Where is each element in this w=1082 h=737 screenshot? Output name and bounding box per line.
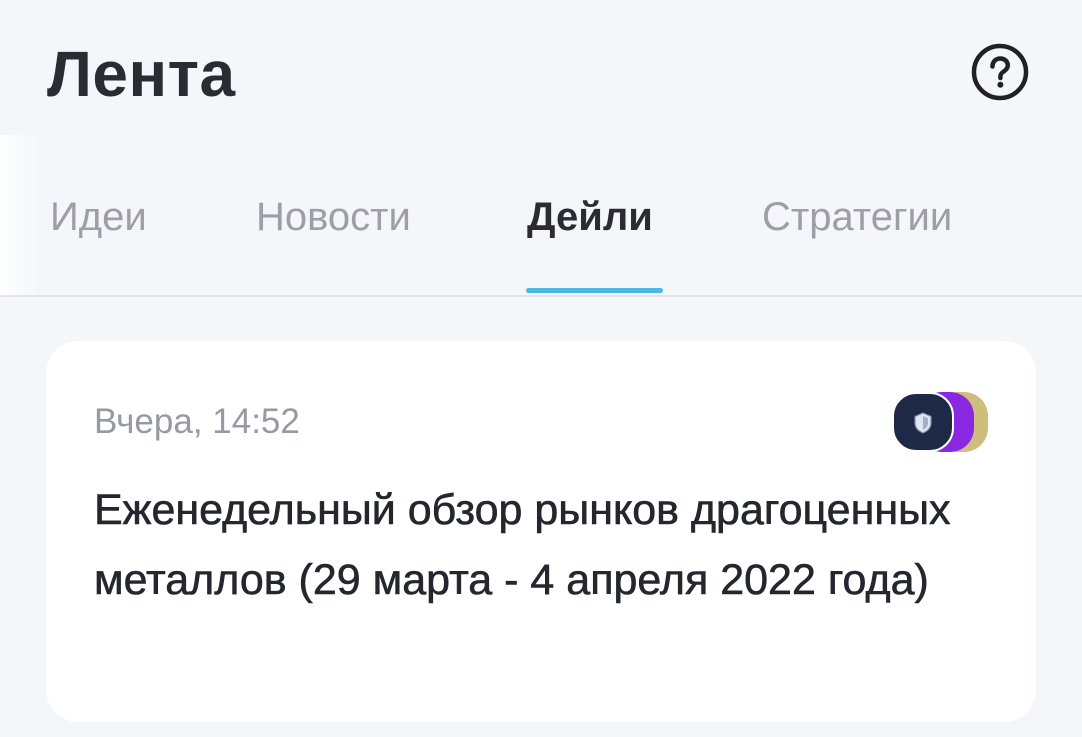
tab-strategies[interactable]: Стратегии (762, 193, 952, 241)
header: Лента (0, 0, 1082, 135)
feed-card[interactable]: Вчера, 14:52 Еженедельный обзор рынков д… (46, 341, 1036, 722)
shield-badge (892, 392, 954, 452)
active-tab-indicator (526, 288, 663, 293)
tab-scroll-fade (0, 135, 42, 295)
tab-news[interactable]: Новости (256, 193, 411, 241)
tab-daily[interactable]: Дейли (527, 193, 653, 241)
tab-bar: Идеи Новости Дейли Стратегии (0, 135, 1082, 297)
question-circle-icon (971, 43, 1029, 101)
card-badges (892, 392, 988, 452)
card-title: Еженедельный обзор рынков драгоценных ме… (94, 486, 951, 605)
tab-ideas[interactable]: Идеи (50, 193, 147, 241)
help-button[interactable] (971, 43, 1029, 101)
page-title: Лента (47, 38, 236, 110)
feed-screen: Лента Идеи Новости Дейли Стратегии Вчера… (0, 0, 1082, 737)
card-timestamp: Вчера, 14:52 (94, 402, 300, 441)
shield-icon (914, 412, 932, 434)
